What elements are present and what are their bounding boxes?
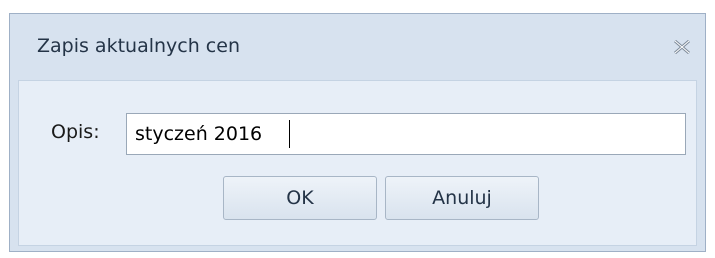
opis-input[interactable] (126, 113, 686, 155)
close-button[interactable] (669, 34, 695, 60)
text-caret (289, 120, 290, 148)
close-icon (673, 40, 691, 54)
cancel-button[interactable]: Anuluj (385, 176, 539, 220)
dialog-titlebar: Zapis aktualnych cen (10, 14, 705, 80)
dialog-content: Opis: OK Anuluj (18, 80, 697, 246)
ok-button[interactable]: OK (223, 176, 377, 220)
dialog-title: Zapis aktualnych cen (37, 35, 240, 57)
opis-label: Opis: (51, 121, 100, 143)
dialog-window: Zapis aktualnych cen Opis: OK Anuluj (9, 13, 706, 252)
